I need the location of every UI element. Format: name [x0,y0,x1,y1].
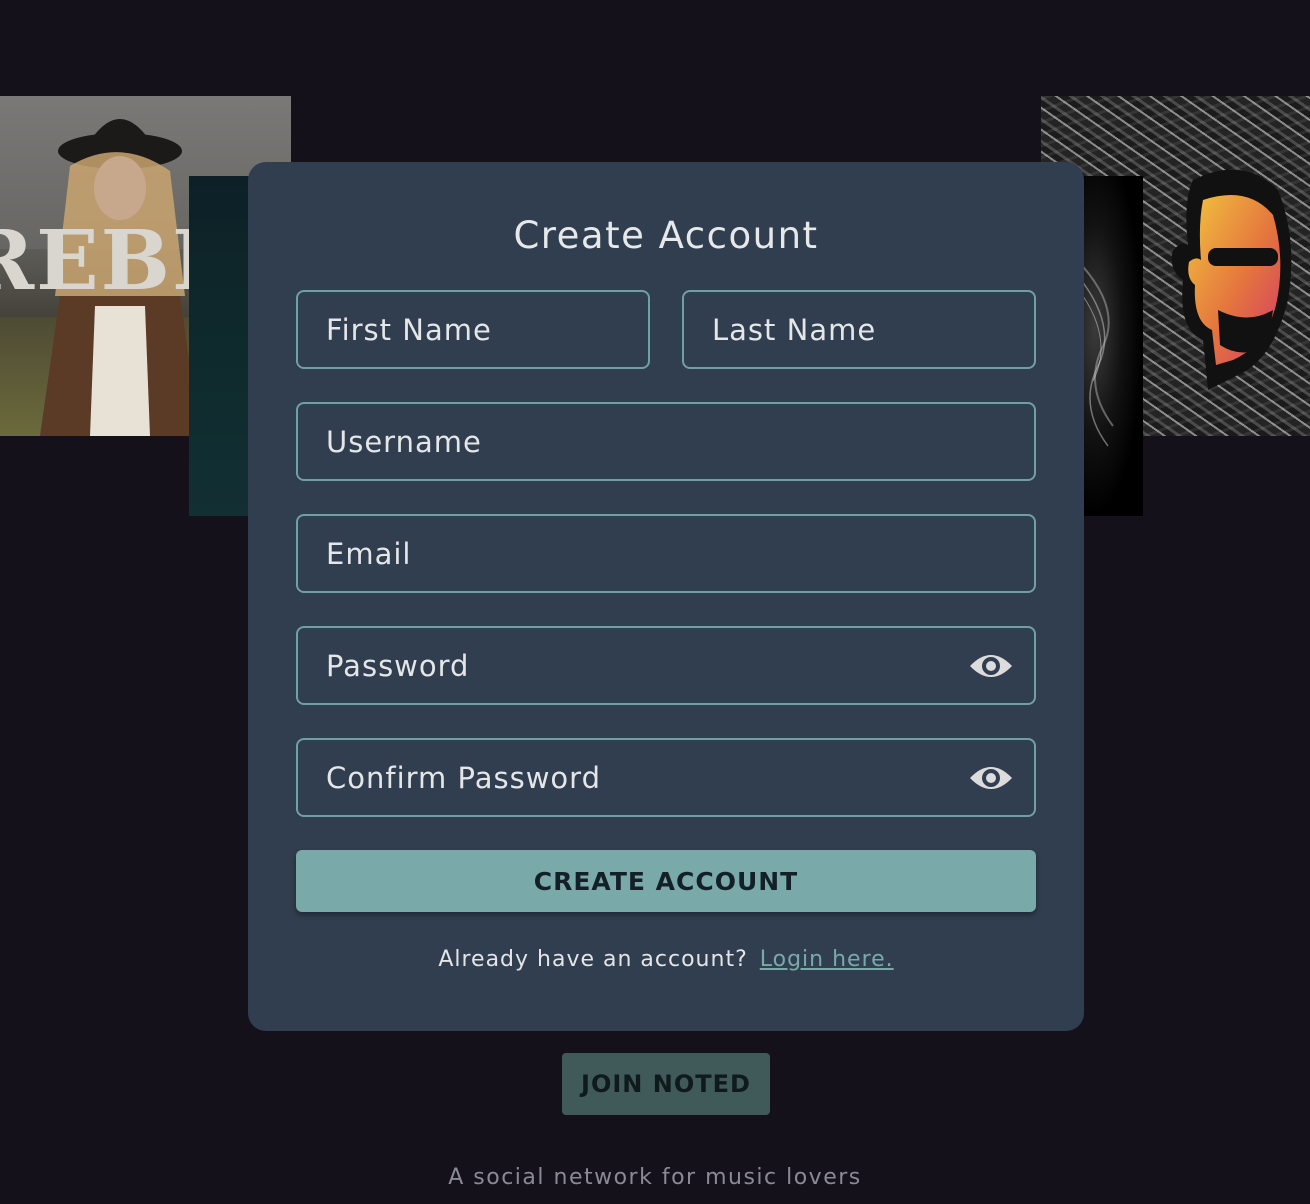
last-name-placeholder: Last Name [712,312,877,347]
login-link[interactable]: Login here. [760,947,894,972]
confirm-password-field[interactable]: Confirm Password [296,738,1036,817]
signup-card: Create Account First Name Last Name User… [248,162,1084,1031]
login-prompt-row: Already have an account? Login here. [248,947,1084,972]
page-title: Create Account [513,214,819,257]
tagline: A social network for music lovers [448,1165,862,1190]
join-noted-button[interactable]: JOIN NOTED [562,1053,770,1115]
first-name-placeholder: First Name [326,312,492,347]
first-name-field[interactable]: First Name [296,290,650,369]
email-field[interactable]: Email [296,514,1036,593]
signup-page: REBE Create Account First Name Last Name… [0,0,1310,1204]
eye-icon[interactable] [968,650,1014,682]
username-field[interactable]: Username [296,402,1036,481]
last-name-field[interactable]: Last Name [682,290,1036,369]
username-placeholder: Username [326,424,482,459]
password-placeholder: Password [326,648,470,683]
create-account-button[interactable]: CREATE ACCOUNT [296,850,1036,912]
album-cover-black [1083,176,1143,516]
email-placeholder: Email [326,536,412,571]
password-field[interactable]: Password [296,626,1036,705]
album-cover-portrait [1171,169,1292,390]
login-prompt-text: Already have an account? [438,947,748,972]
confirm-password-placeholder: Confirm Password [326,760,601,795]
eye-icon[interactable] [968,762,1014,794]
